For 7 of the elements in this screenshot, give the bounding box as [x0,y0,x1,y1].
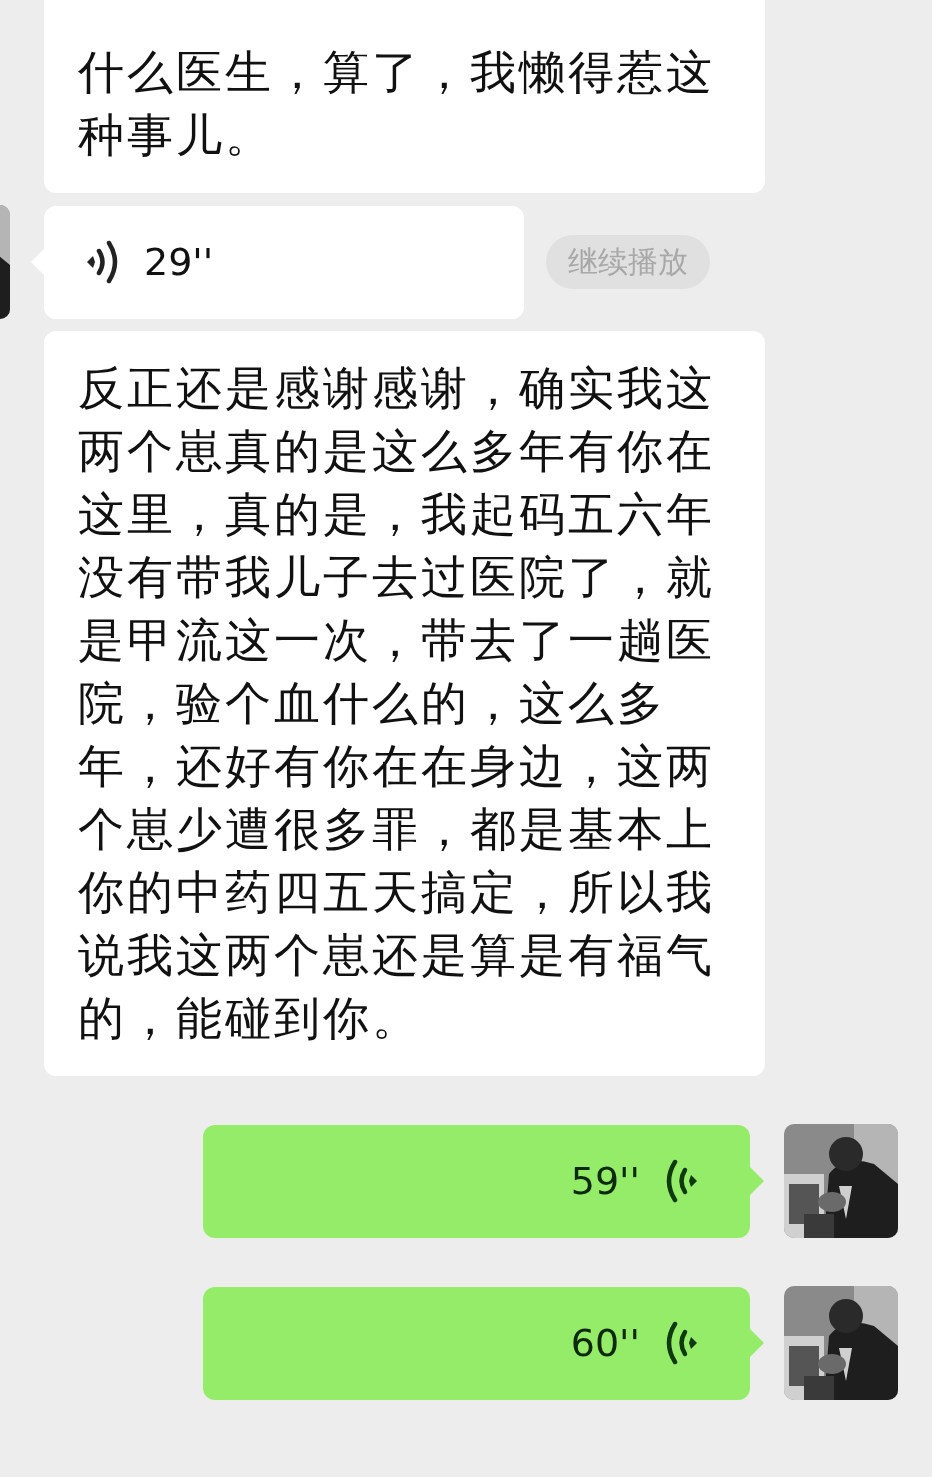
voice-duration: 60'' [570,1324,640,1362]
message-bubble: 反正还是感谢感谢，确实我这两个崽真的是这么多年有你在这里，真的是，我起码五六年没有带我儿子去过医院了，就是甲流这一次，带去了一趟医院，验个血什么的，这么多年，还好有你在在身边，这两个崽少遭很多罪，都是基本上你的中药四五天搞定，所以我说我这两个崽还是算是有福气的，能碰到你。 [44,331,765,1076]
voice-wave-icon [664,1321,700,1365]
voice-duration: 29'' [144,243,214,281]
voice-duration: 59'' [570,1162,640,1200]
voice-wave-icon [664,1159,700,1203]
message-bubble: 什么医生，算了，我懒得惹这种事儿。 [44,0,765,193]
